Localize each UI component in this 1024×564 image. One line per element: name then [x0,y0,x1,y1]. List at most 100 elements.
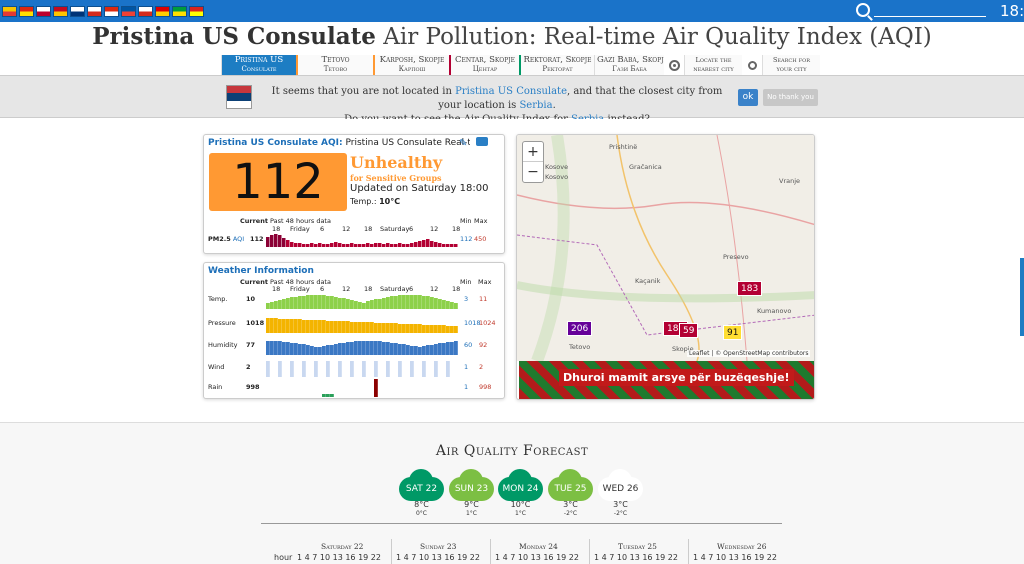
weather-hdr-min: Min [460,278,472,286]
advertisement[interactable]: Dhuroi mamit arsye për buzëqeshje! [519,361,814,399]
search-city-icon[interactable] [742,55,762,75]
nav-item-0[interactable]: Pristina US Consulate [221,55,296,75]
forecast-separator [589,539,590,564]
weather-bar [434,298,438,309]
search-icon[interactable] [856,3,870,17]
forecast-cloud-icon[interactable]: SUN 23 [449,469,494,501]
pm25-bar [438,243,442,247]
map[interactable]: Prishtinë Gračanica Kosove Kosovo Kumano… [517,135,814,361]
flag-icon[interactable] [172,5,187,17]
flag-icon[interactable] [19,5,34,17]
forecast-hours: 1 4 7 10 13 16 19 22 [594,553,678,562]
pm25-bar [386,243,390,247]
weather-bar [454,341,458,355]
weather-bar [294,343,298,355]
nav-item-6[interactable]: Locate the nearest city [684,55,742,75]
station-marker[interactable]: 91 [723,325,743,340]
pm25-bar [322,244,326,247]
weather-row-chart [266,318,458,333]
weather-bar [354,301,358,309]
weather-bar [278,341,282,355]
nav-item-3[interactable]: Centar, Skopje Центар [449,55,519,75]
weather-bar [422,361,426,377]
ad-text[interactable]: Dhuroi mamit arsye për buzëqeshje! [559,369,794,386]
weather-bar [374,341,378,355]
weather-bar [382,342,386,355]
nav-item-4[interactable]: Rektorat, Skopje Ректорат [519,55,594,75]
serbia-flag-icon [226,85,252,109]
weather-bar [390,323,394,333]
pm25-bar [350,243,354,247]
nav-item-5[interactable]: Gazi Baba, Skopje Гази Баба [594,55,664,75]
weather-row-max: 11 [479,295,488,303]
weather-bar [418,295,422,309]
weather-bar [378,323,382,333]
comment-icon[interactable] [476,137,488,146]
weather-row-max: 2 [479,363,484,371]
weather-bar [446,326,450,333]
flag-icon[interactable] [2,5,17,17]
share-icon[interactable]: ✎ [459,138,467,149]
pm25-bar [318,243,322,247]
weather-bar [450,342,454,355]
station-marker[interactable]: 59 [679,323,699,338]
forecast-separator [688,539,689,564]
nav-item-2[interactable]: Karposh, Skopje Карпош [373,55,449,75]
forecast-cloud-icon[interactable]: WED 26 [598,469,643,501]
forecast-day-label: WED 26 [602,484,639,494]
weather-bar [294,319,298,333]
flag-icon[interactable] [53,5,68,17]
weather-bar [422,325,426,333]
forecast-cloud-icon[interactable]: TUE 25 [548,469,593,501]
weather-bar [330,394,334,397]
nav-item-7[interactable]: Search for your city [762,55,820,75]
flag-icon[interactable] [36,5,51,17]
zoom-in-button[interactable]: + [523,142,543,162]
weather-bar [298,344,302,355]
locate-icon[interactable] [664,55,684,75]
top-search[interactable] [856,3,986,17]
map-attribution[interactable]: Leaflet | © OpenStreetMap contributors [687,350,811,357]
flag-icon[interactable] [121,5,136,17]
station-marker[interactable]: 206 [567,321,593,336]
zoom-out-button[interactable]: − [523,162,543,182]
weather-bar [362,303,366,309]
ok-button[interactable]: ok [738,89,758,106]
weather-row-min: 60 [464,341,473,349]
weather-row-label: Pressure [208,319,236,327]
weather-bar [286,319,290,333]
flag-icon[interactable] [189,5,204,17]
station-marker[interactable]: 183 [737,281,763,296]
page-title: Pristina US Consulate Air Pollution: Rea… [0,23,1024,50]
flag-icon[interactable] [87,5,102,17]
forecast-cloud-icon[interactable]: MON 24 [498,469,543,501]
map-zoom-control[interactable]: + − [522,141,544,183]
weather-bar [330,296,334,309]
weather-bar [414,324,418,333]
weather-bar [402,295,406,309]
pm25-bar [366,243,370,247]
pm25-bar [358,244,362,247]
weather-bar [362,322,366,333]
side-tab[interactable] [1020,258,1024,336]
weather-bar [326,321,330,333]
pm25-bar [298,243,302,247]
weather-row-min: 3 [464,295,469,303]
weather-bar [326,394,330,397]
no-thanks-button[interactable]: No thank you [763,89,818,106]
nav-item-1[interactable]: Tetovo Тетово [296,55,373,75]
link-pristina[interactable]: Pristina US Consulate [455,86,567,97]
flag-icon[interactable] [155,5,170,17]
map-card[interactable]: Prishtinë Gračanica Kosove Kosovo Kumano… [516,134,815,400]
weather-bar [342,343,346,355]
flag-icon[interactable] [104,5,119,17]
flag-icon[interactable] [70,5,85,17]
forecast-cloud-icon[interactable]: SAT 22 [399,469,444,501]
link-serbia[interactable]: Serbia [519,100,552,111]
pm25-min: 112 [460,235,473,243]
search-input[interactable] [874,3,986,17]
weather-bar [374,379,378,397]
hdr-max: Max [474,217,488,225]
pm25-bar [426,239,430,247]
flag-icon[interactable] [138,5,153,17]
